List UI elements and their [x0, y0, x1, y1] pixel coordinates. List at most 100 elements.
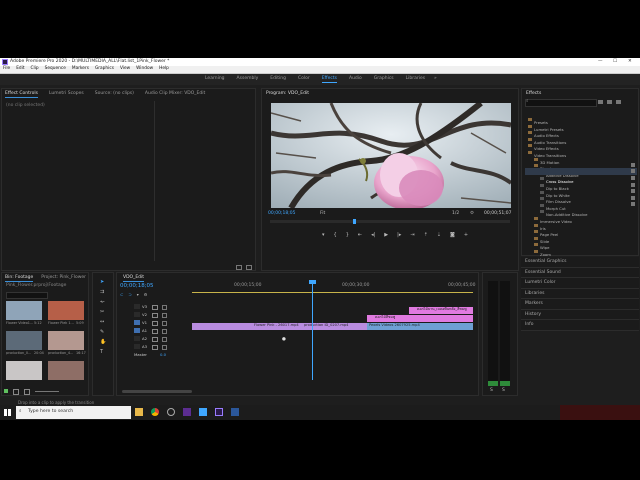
side-panel-header[interactable]: Markers [521, 299, 639, 310]
toggle-output-icon[interactable] [152, 321, 158, 326]
menu-item-help[interactable]: Help [159, 66, 169, 71]
project-media-item[interactable]: production_4... 16:17 [48, 331, 86, 359]
track-select-tool-icon[interactable]: ⇉ [100, 289, 106, 295]
effects-folder[interactable]: Page Peel [525, 221, 637, 236]
go-to-in-icon[interactable]: ⇤ [358, 232, 362, 238]
lock-icon[interactable] [162, 313, 167, 318]
workspace-tab-audio[interactable]: Audio [349, 76, 362, 83]
slip-tool-icon[interactable]: ↔ [100, 319, 106, 325]
zoom-slider[interactable] [35, 391, 59, 392]
side-panel-header[interactable]: Info [521, 320, 639, 331]
timeline-clip[interactable]: ดอกไม้บาน_เบลอพื้นหลัง_สีชมพู [409, 307, 473, 314]
playhead-handle[interactable] [309, 280, 316, 284]
effects-folder[interactable]: Wipe [525, 234, 637, 250]
workspace-tab-assembly[interactable]: Assembly [237, 76, 259, 83]
effects-item[interactable]: Dip to Black [525, 175, 637, 190]
side-panel-header[interactable]: History [521, 309, 639, 320]
side-panel-header[interactable]: Libraries [521, 288, 639, 299]
mute-icon[interactable] [152, 337, 158, 342]
mute-icon[interactable] [152, 329, 158, 334]
step-back-icon[interactable]: ◂| [371, 232, 375, 238]
source-patch[interactable] [134, 304, 140, 309]
pen-tool-icon[interactable]: ✎ [100, 329, 106, 335]
maximize-button[interactable]: ☐ [613, 59, 617, 65]
effects-item[interactable]: Additive Dissolve [525, 162, 637, 177]
mark-out-icon[interactable]: } [346, 232, 349, 238]
linked-selection-icon[interactable]: ⊃ [128, 292, 131, 297]
yuv-effects-icon[interactable] [616, 100, 621, 104]
chrome-icon[interactable] [151, 408, 159, 416]
lock-icon[interactable] [162, 329, 167, 334]
source-panel-tab[interactable]: Audio Clip Mixer: VDO_Edit [145, 91, 205, 98]
source-patch[interactable] [134, 344, 140, 349]
audio-track-header[interactable]: A3 [120, 343, 190, 351]
timeline-timecode[interactable]: 00;00;18;05 [120, 283, 154, 290]
effects-folder[interactable]: Immersive Video [525, 208, 637, 223]
timeline-tab[interactable]: VDO_Edit [123, 275, 145, 282]
step-forward-icon[interactable]: |▸ [397, 232, 401, 238]
program-playhead[interactable] [353, 219, 356, 224]
add-marker-icon[interactable]: ▾ [137, 292, 139, 297]
solo-left-button[interactable]: S [490, 388, 493, 394]
effects-panel-title[interactable]: Effects [526, 91, 541, 97]
project-search-input[interactable] [6, 292, 48, 299]
export-frame-icon[interactable] [236, 265, 242, 270]
effects-folder[interactable]: 3D Motion [525, 149, 637, 164]
workspace-tab-effects[interactable]: Effects [321, 76, 337, 83]
lock-icon[interactable] [162, 345, 167, 350]
hand-tool-icon[interactable]: ✋ [100, 339, 106, 345]
master-volume-value[interactable]: 0.0 [160, 353, 166, 357]
taskbar-search-box[interactable]: ⌕ Type here to search [16, 406, 131, 419]
menu-item-view[interactable]: View [120, 66, 130, 71]
workspace-tab-graphics[interactable]: Graphics [374, 76, 394, 83]
timeline-clip[interactable]: ดอกไม้สีชมพู [367, 315, 473, 322]
selection-tool-icon[interactable]: ➤ [100, 279, 106, 285]
project-media-item[interactable]: production_0... 20:04 [6, 331, 44, 359]
export-frame-icon[interactable]: ◙ [450, 232, 455, 238]
go-to-out-icon[interactable]: ⇥ [410, 232, 414, 238]
side-panel-header[interactable]: Lumetri Color [521, 278, 639, 289]
menu-item-edit[interactable]: Edit [16, 66, 24, 71]
effects-folder[interactable]: Zoom [525, 241, 637, 256]
workspace-tab-libraries[interactable]: Libraries [406, 76, 425, 83]
source-panel-tab[interactable]: Lumetri Scopes [49, 91, 84, 98]
32bit-effects-icon[interactable] [607, 100, 612, 104]
program-resolution-select[interactable]: 1/2 [452, 211, 459, 217]
snap-icon[interactable]: ⊂ [120, 292, 123, 297]
project-panel-tab[interactable]: Bin: Footage [5, 275, 34, 282]
mark-in-icon[interactable]: { [334, 232, 337, 238]
effects-folder[interactable]: Audio Effects [525, 122, 637, 138]
workspace-tab-color[interactable]: Color [298, 76, 310, 83]
effects-folder[interactable]: Slide [525, 228, 637, 243]
accelerated-effects-icon[interactable] [598, 100, 603, 104]
side-panel-header[interactable]: Essential Sound [521, 267, 639, 278]
project-media-item[interactable] [48, 361, 86, 389]
project-media-item[interactable]: Flower Piek 1... 5:09 [48, 301, 86, 329]
program-scrub-bar[interactable] [270, 219, 510, 224]
effects-folder[interactable]: Audio Transitions [525, 129, 637, 144]
source-patch[interactable] [134, 336, 140, 341]
source-patch[interactable] [134, 320, 140, 325]
effects-search-input[interactable] [525, 99, 597, 107]
effects-folder[interactable]: Iris [525, 215, 637, 230]
effects-item[interactable]: Film Dissolve [525, 188, 637, 204]
effects-item[interactable]: Dip to White [525, 182, 637, 197]
list-view-icon[interactable] [13, 389, 19, 395]
effects-item[interactable]: Morph Cut [525, 195, 637, 210]
program-timecode-current[interactable]: 00;00;18;05 [268, 211, 295, 217]
play-icon[interactable]: ▶ [384, 232, 388, 238]
lift-icon[interactable]: ⇡ [424, 232, 428, 238]
workspace-tab-editing[interactable]: Editing [270, 76, 286, 83]
pencil-icon[interactable] [4, 389, 8, 393]
timeline-clip[interactable]: Flower Pink - 26017.mp4 [192, 323, 302, 330]
timeline-ruler[interactable]: 00;00;15;00 00;00;30;00 00;00;45;00 [192, 282, 475, 296]
video-track-header[interactable]: V3 [120, 303, 190, 311]
lock-icon[interactable] [162, 321, 167, 326]
file-explorer-icon[interactable] [135, 408, 143, 416]
audio-track-header[interactable]: A1 [120, 327, 190, 335]
menu-item-sequence[interactable]: Sequence [45, 66, 66, 71]
toggle-output-icon[interactable] [152, 313, 158, 318]
close-button[interactable]: ✕ [628, 59, 632, 65]
word-icon[interactable] [231, 408, 239, 416]
timeline-scrollbar[interactable] [122, 390, 192, 393]
